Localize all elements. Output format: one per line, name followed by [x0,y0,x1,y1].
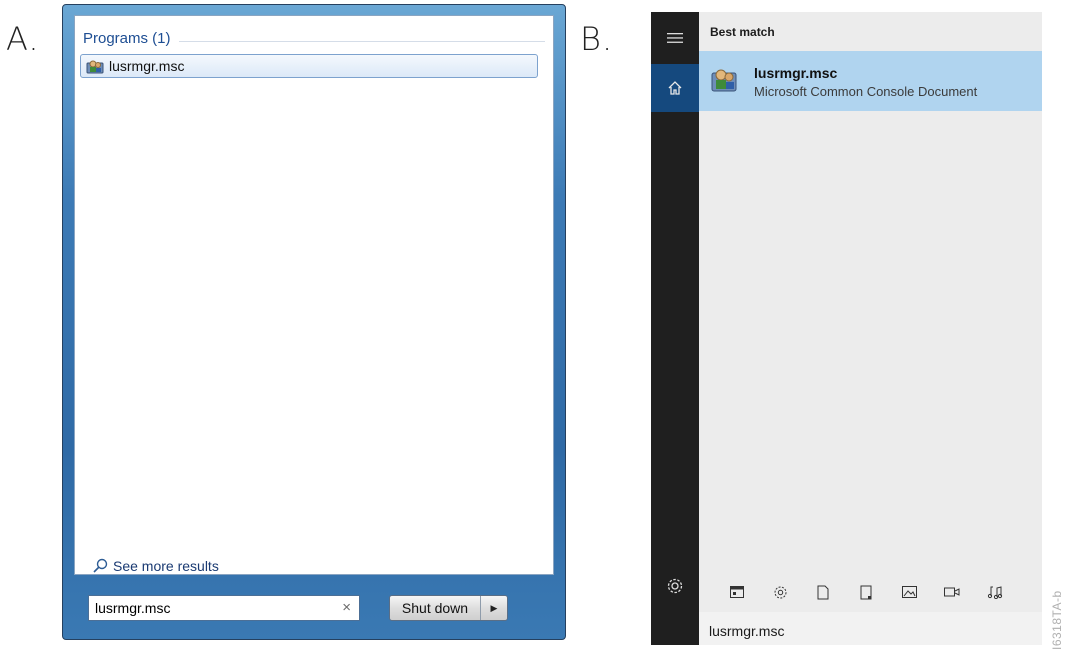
panel-label-a: A. [6,20,40,58]
shutdown-label: Shut down [390,596,481,620]
shutdown-options-arrow-icon[interactable]: ▶ [481,603,507,614]
result-subtitle: Microsoft Common Console Document [754,84,978,99]
panel-label-b: B. [580,20,614,58]
programs-group-header: Programs (1) [83,30,545,54]
search-box[interactable]: lusrmgr.msc [699,612,1042,645]
see-more-results-link[interactable]: See more results [92,558,219,574]
see-more-results-label: See more results [113,558,219,574]
documents-icon[interactable] [813,582,833,602]
users-console-icon [86,60,104,74]
shutdown-button[interactable]: Shut down ▶ [389,595,508,621]
best-match-heading: Best match [710,25,775,39]
result-title: lusrmgr.msc [754,65,838,81]
search-filter-bar [699,572,1042,612]
search-input-value: lusrmgr.msc [95,600,171,616]
apps-icon[interactable] [727,582,747,602]
music-icon[interactable] [985,582,1005,602]
search-input[interactable]: lusrmgr.msc × [88,595,360,621]
win10-start-search: Best match lusrmgr.msc Microsoft Common … [651,12,1042,645]
win10-results-pane: Best match lusrmgr.msc Microsoft Common … [699,12,1042,572]
folders-icon[interactable] [856,582,876,602]
search-icon [93,558,108,573]
result-label: lusrmgr.msc [109,58,185,74]
users-console-icon [711,69,737,92]
win7-bottom-bar: lusrmgr.msc × Shut down ▶ [74,581,554,633]
result-lusrmgr[interactable]: lusrmgr.msc [80,54,538,78]
clear-search-icon[interactable]: × [342,599,351,616]
win7-results-pane: Programs (1) See more results [74,15,554,575]
search-box-value: lusrmgr.msc [709,623,785,639]
hamburger-menu-icon[interactable] [651,14,699,62]
videos-icon[interactable] [942,582,962,602]
best-match-result[interactable]: lusrmgr.msc Microsoft Common Console Doc… [699,51,1042,111]
programs-group-title: Programs (1) [83,30,179,47]
photos-icon[interactable] [899,582,919,602]
settings-icon[interactable] [770,582,790,602]
settings-gear-icon[interactable] [651,562,699,610]
nav-rail [651,12,699,645]
home-icon[interactable] [651,64,699,112]
win7-start-menu: Programs (1) See more results lusrmgr.ms… [62,4,566,640]
figure-code: I6318TA-b [1050,590,1064,650]
